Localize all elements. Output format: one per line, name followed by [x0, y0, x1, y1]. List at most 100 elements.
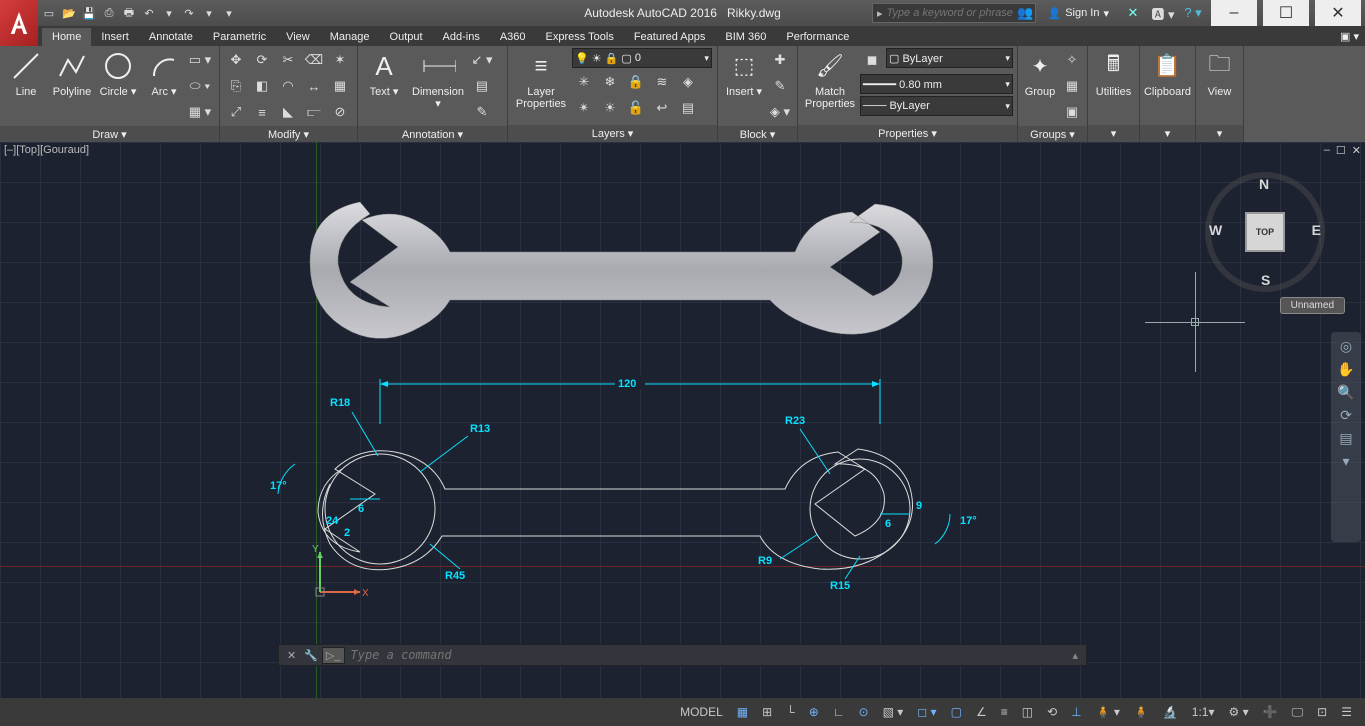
sign-in-button[interactable]: 👤 Sign In ▾: [1042, 1, 1115, 25]
erase-icon[interactable]: ⌫: [302, 48, 326, 72]
panel-modify-title[interactable]: Modify ▾: [220, 126, 357, 143]
status-osnap-icon[interactable]: ◻ ▾: [912, 701, 941, 723]
copy-icon[interactable]: ⎘: [224, 74, 248, 98]
tab-addins[interactable]: Add-ins: [433, 28, 490, 46]
offset-icon[interactable]: ≡: [250, 100, 274, 124]
insert-block-button[interactable]: ⬚Insert ▾: [722, 48, 766, 98]
tab-parametric[interactable]: Parametric: [203, 28, 276, 46]
layer-walk-icon[interactable]: ▤: [676, 96, 700, 120]
fillet-icon[interactable]: ◠: [276, 74, 300, 98]
tab-performance[interactable]: Performance: [776, 28, 859, 46]
explode-icon[interactable]: ✶: [328, 48, 352, 72]
layer-lock-icon[interactable]: 🔒: [624, 70, 648, 94]
status-ortho-icon[interactable]: ∟: [828, 701, 850, 723]
a360-icon[interactable]: 🅰 ▾: [1151, 1, 1175, 25]
panel-properties-title[interactable]: Properties ▾: [798, 125, 1017, 142]
tab-home[interactable]: Home: [42, 28, 91, 46]
tab-output[interactable]: Output: [380, 28, 433, 46]
status-dyn-icon[interactable]: ⊕: [804, 701, 824, 723]
view-button[interactable]: 🗀View: [1200, 48, 1239, 98]
mirror-icon[interactable]: ◧: [250, 74, 274, 98]
viewcube-north[interactable]: N: [1259, 176, 1269, 192]
status-iso-icon[interactable]: ▧ ▾: [878, 701, 909, 723]
tab-featured[interactable]: Featured Apps: [624, 28, 716, 46]
text-button[interactable]: AText ▾: [362, 48, 406, 98]
panel-annotation-title[interactable]: Annotation ▾: [358, 126, 507, 143]
table-icon[interactable]: ▤: [470, 74, 494, 98]
viewcube[interactable]: TOP N S E W: [1205, 172, 1325, 292]
status-lw-icon[interactable]: ≡: [996, 701, 1013, 723]
command-line[interactable]: ✕ 🔧 ▷_ ▴: [278, 644, 1087, 666]
layer-on-icon[interactable]: ✴: [572, 96, 596, 120]
viewcube-face[interactable]: TOP: [1245, 212, 1285, 252]
undo-icon[interactable]: ↶: [140, 4, 158, 22]
status-gizmo-icon[interactable]: 🧍 ▾: [1091, 701, 1125, 723]
color-control-icon[interactable]: ◼: [860, 48, 884, 72]
undo-dd-icon[interactable]: ▾: [160, 4, 178, 22]
align-icon[interactable]: ⫍: [302, 100, 326, 124]
search-dd-icon[interactable]: ▸: [873, 7, 887, 20]
status-otrack-icon[interactable]: ∠: [971, 701, 992, 723]
tab-insert[interactable]: Insert: [91, 28, 139, 46]
attrib-icon[interactable]: ◈ ▾: [768, 100, 792, 124]
trim-icon[interactable]: ✂: [276, 48, 300, 72]
layer-prev-icon[interactable]: ↩: [650, 96, 674, 120]
group-edit-icon[interactable]: ▦: [1060, 74, 1084, 98]
layer-properties-button[interactable]: ≡Layer Properties: [512, 48, 570, 110]
status-custom-icon[interactable]: ☰: [1336, 701, 1357, 723]
tab-bim360[interactable]: BIM 360: [715, 28, 776, 46]
cmd-close-icon[interactable]: ✕: [283, 649, 300, 662]
move-icon[interactable]: ✥: [224, 48, 248, 72]
status-transparency-icon[interactable]: ◫: [1017, 701, 1038, 723]
minimize-ribbon-icon[interactable]: ▣ ▾: [1334, 27, 1365, 46]
vp-close-icon[interactable]: ✕: [1352, 144, 1361, 157]
status-infer-icon[interactable]: └: [781, 701, 800, 723]
tab-manage[interactable]: Manage: [320, 28, 380, 46]
status-ui-icon[interactable]: ⊡: [1312, 701, 1332, 723]
rect-icon[interactable]: ▭ ▾: [188, 48, 212, 72]
panel-draw-title[interactable]: Draw ▾: [0, 126, 219, 143]
hatch-icon[interactable]: ▦ ▾: [188, 100, 212, 124]
plot-icon[interactable]: 🖶: [120, 4, 138, 22]
circle-button[interactable]: Circle ▾: [96, 48, 140, 98]
leader-icon[interactable]: ↙ ▾: [470, 48, 494, 72]
layer-freeze-icon[interactable]: ❄: [598, 70, 622, 94]
save-icon[interactable]: 💾: [80, 4, 98, 22]
maximize-button[interactable]: ☐: [1263, 0, 1309, 26]
saveas-icon[interactable]: ⎙: [100, 4, 118, 22]
status-annoscale-icon[interactable]: 🔬: [1158, 701, 1183, 723]
search-icon[interactable]: 👥: [1017, 1, 1035, 25]
panel-view-title[interactable]: ▾: [1196, 125, 1243, 142]
lineweight-dd[interactable]: ━━━━━ 0.80 mm▾: [860, 74, 1013, 94]
status-model[interactable]: MODEL: [675, 701, 728, 723]
dimension-button[interactable]: Dimension ▾: [408, 48, 468, 110]
status-filter-icon[interactable]: 🧍: [1129, 701, 1154, 723]
linetype-dd[interactable]: ─── ByLayer▾: [860, 96, 1013, 116]
vp-min-icon[interactable]: –: [1324, 144, 1330, 157]
polyline-button[interactable]: Polyline: [50, 48, 94, 98]
nav-dd-icon[interactable]: ▾: [1342, 453, 1349, 470]
help-icon[interactable]: ? ▾: [1181, 1, 1205, 25]
zoom-icon[interactable]: 🔍: [1337, 384, 1354, 401]
vp-max-icon[interactable]: ☐: [1336, 144, 1346, 157]
minimize-button[interactable]: –: [1211, 0, 1257, 26]
cmd-tools-icon[interactable]: 🔧: [300, 649, 322, 662]
viewport-label[interactable]: [–][Top][Gouraud]: [4, 144, 89, 156]
group-button[interactable]: ✦Group: [1022, 48, 1058, 98]
close-button[interactable]: ✕: [1315, 0, 1361, 26]
viewcube-west[interactable]: W: [1209, 222, 1222, 238]
tab-view[interactable]: View: [276, 28, 320, 46]
layer-match-icon[interactable]: ≋: [650, 70, 674, 94]
app-menu-button[interactable]: [0, 0, 38, 46]
qat-dd-icon[interactable]: ▾: [220, 4, 238, 22]
chamfer-icon[interactable]: ◣: [276, 100, 300, 124]
arc-button[interactable]: Arc ▾: [142, 48, 186, 98]
new-icon[interactable]: ▭: [40, 4, 58, 22]
color-dd[interactable]: ▢ ByLayer▾: [886, 48, 1013, 68]
ungroup-icon[interactable]: ✧: [1060, 48, 1084, 72]
panel-block-title[interactable]: Block ▾: [718, 126, 797, 143]
layer-iso-icon[interactable]: ◈: [676, 70, 700, 94]
drawing-area[interactable]: [–][Top][Gouraud] – ☐ ✕ TOP N S E W Unna…: [0, 142, 1365, 698]
scale-icon[interactable]: ⤢: [224, 100, 248, 124]
viewcube-east[interactable]: E: [1312, 222, 1321, 238]
